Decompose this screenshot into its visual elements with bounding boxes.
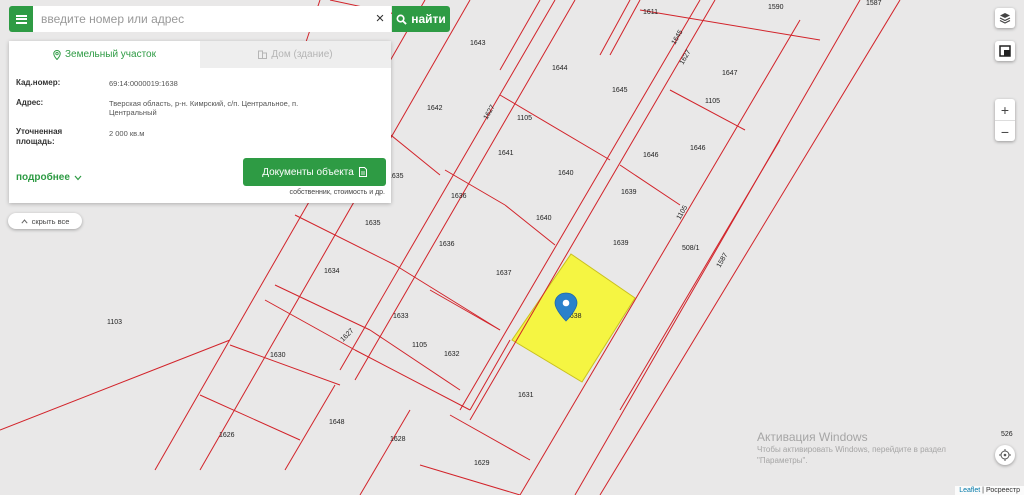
svg-text:1631: 1631 bbox=[518, 392, 534, 399]
search-button-label: найти bbox=[411, 12, 446, 26]
hide-all-button[interactable]: скрыть все bbox=[8, 213, 82, 229]
more-details-label: подробнее bbox=[16, 172, 70, 183]
svg-text:1105: 1105 bbox=[412, 342, 427, 349]
documents-button[interactable]: Документы объекта bbox=[243, 158, 386, 186]
tab-building-label: Дом (здание) bbox=[271, 49, 333, 60]
svg-text:1640: 1640 bbox=[558, 170, 574, 177]
document-icon bbox=[358, 167, 367, 177]
zoom-in-button[interactable]: + bbox=[995, 99, 1015, 121]
svg-text:1630: 1630 bbox=[270, 352, 286, 359]
cadastral-number-label: Кад.номер: bbox=[16, 78, 61, 87]
cadastral-number-value: 69:14:0000019:1638 bbox=[109, 79, 178, 88]
watermark-title: Активация Windows bbox=[757, 430, 868, 444]
svg-text:1645: 1645 bbox=[612, 87, 628, 94]
chevron-up-icon bbox=[20, 218, 28, 224]
svg-text:1611: 1611 bbox=[643, 9, 658, 16]
svg-text:1629: 1629 bbox=[474, 460, 490, 467]
svg-text:1587: 1587 bbox=[866, 0, 882, 7]
documents-subtitle: собственник, стоимость и др. bbox=[289, 189, 385, 196]
windows-activation-watermark: Активация Windows Чтобы активировать Win… bbox=[757, 430, 946, 466]
svg-text:508/1: 508/1 bbox=[682, 245, 700, 252]
panel-tabs: Земельный участок Дом (здание) bbox=[9, 41, 391, 68]
svg-text:1105: 1105 bbox=[517, 115, 532, 122]
tab-land-plot[interactable]: Земельный участок bbox=[9, 41, 200, 68]
tab-building[interactable]: Дом (здание) bbox=[200, 41, 391, 68]
svg-text:526: 526 bbox=[1001, 431, 1013, 438]
locate-button[interactable] bbox=[995, 445, 1015, 465]
svg-text:1639: 1639 bbox=[613, 240, 629, 247]
svg-text:1646: 1646 bbox=[690, 145, 706, 152]
svg-text:1636: 1636 bbox=[451, 193, 467, 200]
map-attribution: Leaflet | Росреестр bbox=[955, 486, 1024, 495]
building-icon bbox=[258, 50, 268, 59]
parcel-info-panel: Земельный участок Дом (здание) Кад.номер… bbox=[9, 41, 391, 203]
documents-button-label: Документы объекта bbox=[262, 166, 354, 178]
layers-icon bbox=[999, 13, 1011, 24]
crosshair-icon bbox=[999, 449, 1011, 461]
svg-text:1103: 1103 bbox=[107, 319, 122, 326]
clear-search-button[interactable]: × bbox=[370, 6, 390, 32]
watermark-line1: Чтобы активировать Windows, перейдите в … bbox=[757, 445, 946, 454]
svg-text:1643: 1643 bbox=[470, 40, 486, 47]
more-details-link[interactable]: подробнее bbox=[16, 172, 82, 183]
address-value: Тверская область, р-н. Кимрский, с/п. Це… bbox=[109, 99, 299, 117]
svg-text:1644: 1644 bbox=[552, 65, 568, 72]
svg-text:1590: 1590 bbox=[768, 4, 784, 11]
svg-text:1633: 1633 bbox=[393, 313, 409, 320]
zoom-out-button[interactable]: − bbox=[995, 121, 1015, 142]
leaflet-link[interactable]: Leaflet bbox=[959, 487, 980, 494]
svg-text:1636: 1636 bbox=[439, 241, 455, 248]
svg-text:1648: 1648 bbox=[329, 419, 345, 426]
svg-text:1640: 1640 bbox=[536, 215, 552, 222]
svg-text:1105: 1105 bbox=[705, 98, 720, 105]
tab-land-plot-label: Земельный участок bbox=[64, 49, 156, 60]
svg-text:1642: 1642 bbox=[427, 105, 443, 112]
watermark-line2: "Параметры". bbox=[757, 456, 808, 465]
svg-text:1646: 1646 bbox=[643, 152, 659, 159]
svg-text:1634: 1634 bbox=[324, 268, 340, 275]
svg-text:1641: 1641 bbox=[498, 150, 514, 157]
search-input[interactable] bbox=[33, 6, 391, 32]
hamburger-icon bbox=[15, 14, 27, 24]
svg-text:1635: 1635 bbox=[365, 220, 381, 227]
attribution-source: Росреестр bbox=[985, 487, 1020, 494]
hide-all-label: скрыть все bbox=[31, 216, 70, 226]
zoom-control: + − bbox=[995, 99, 1015, 141]
search-button[interactable]: найти bbox=[392, 6, 450, 32]
layers-button[interactable] bbox=[995, 8, 1015, 28]
chevron-down-icon bbox=[74, 175, 82, 180]
frame-icon bbox=[999, 45, 1011, 57]
svg-text:1639: 1639 bbox=[621, 189, 637, 196]
menu-button[interactable] bbox=[9, 6, 33, 32]
svg-text:1647: 1647 bbox=[722, 70, 738, 77]
address-label: Адрес: bbox=[16, 98, 44, 107]
svg-text:1626: 1626 bbox=[219, 432, 235, 439]
area-label-line2: площадь: bbox=[16, 137, 55, 146]
svg-text:1637: 1637 bbox=[496, 270, 512, 277]
area-label-line1: Уточненная bbox=[16, 127, 63, 136]
area-label: Уточненная площадь: bbox=[16, 127, 62, 147]
map-pin-icon bbox=[53, 49, 61, 60]
area-value: 2 000 кв.м bbox=[109, 129, 145, 138]
svg-text:1628: 1628 bbox=[390, 436, 406, 443]
basemap-toggle-button[interactable] bbox=[995, 41, 1015, 61]
svg-text:1632: 1632 bbox=[444, 351, 460, 358]
search-icon bbox=[396, 14, 407, 25]
